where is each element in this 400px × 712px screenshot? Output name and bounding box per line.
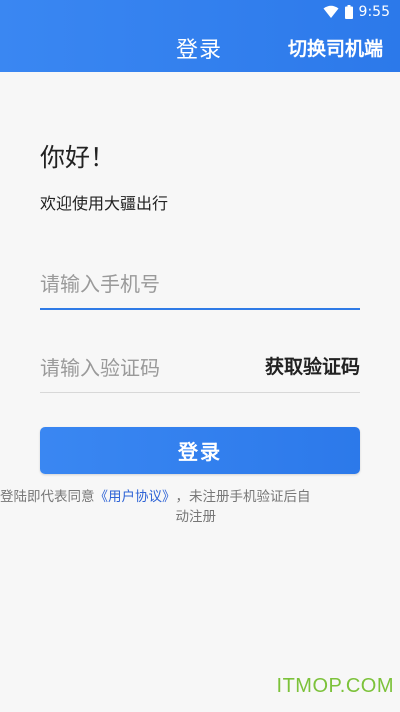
phone-field bbox=[40, 260, 360, 310]
wifi-icon bbox=[323, 5, 339, 18]
code-field: 获取验证码 bbox=[40, 343, 360, 393]
switch-driver-button[interactable]: 切换司机端 bbox=[288, 34, 383, 61]
agreement-suffix-line2: 动注册 bbox=[175, 509, 217, 525]
battery-icon bbox=[344, 5, 353, 19]
agreement-suffix-line1: ，未注册手机验证后自 bbox=[175, 489, 311, 505]
agreement-row: 登陆即代表同意 《用户协议》 ，未注册手机验证后自 动注册 bbox=[0, 487, 400, 527]
page-title: 登录 bbox=[176, 38, 223, 63]
user-agreement-link[interactable]: 《用户协议》 bbox=[95, 487, 176, 507]
app-bar: 9:55 登录 切换司机端 bbox=[0, 0, 400, 72]
get-code-button[interactable]: 获取验证码 bbox=[265, 352, 360, 379]
watermark-logo: ITMOP.COM bbox=[276, 675, 394, 697]
status-bar: 9:55 bbox=[0, 0, 400, 24]
agreement-tail: ，未注册手机验证后自 动注册 bbox=[176, 487, 400, 527]
agreement-prefix: 登陆即代表同意 bbox=[0, 489, 95, 505]
greeting-heading: 你好！ bbox=[40, 143, 116, 172]
welcome-text: 欢迎使用大疆出行 bbox=[40, 194, 169, 213]
verification-code-input[interactable] bbox=[40, 343, 240, 392]
status-time: 9:55 bbox=[358, 4, 390, 20]
login-button[interactable]: 登录 bbox=[40, 427, 360, 474]
status-icons: 9:55 bbox=[323, 3, 390, 21]
agreement-notice: 登陆即代表同意 《用户协议》 ，未注册手机验证后自 动注册 bbox=[0, 487, 400, 527]
phone-input[interactable] bbox=[40, 260, 360, 308]
